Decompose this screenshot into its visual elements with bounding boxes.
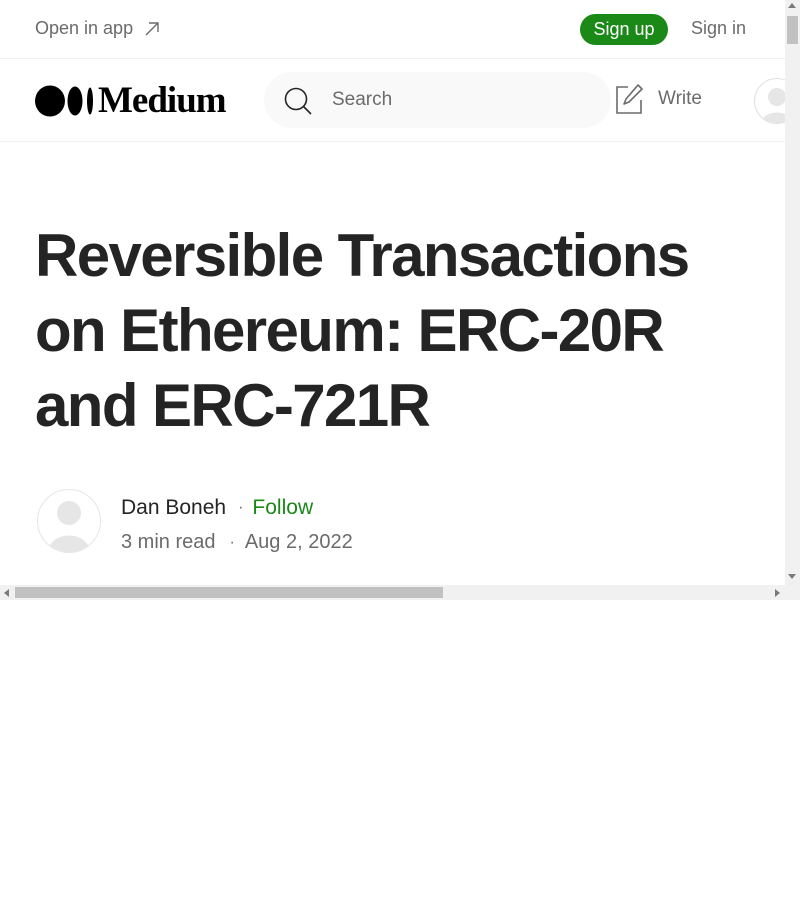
site-header: Medium Write bbox=[0, 59, 785, 142]
author-avatar[interactable] bbox=[37, 489, 101, 553]
search-bar[interactable] bbox=[264, 72, 611, 128]
follow-button[interactable]: Follow bbox=[252, 496, 313, 520]
separator-dot: · bbox=[238, 499, 244, 516]
scroll-right-arrow-icon[interactable] bbox=[775, 589, 780, 597]
horizontal-scroll-thumb[interactable] bbox=[15, 587, 443, 598]
open-in-app-label: Open in app bbox=[35, 18, 134, 38]
sign-up-button[interactable]: Sign up bbox=[580, 14, 668, 45]
scroll-down-arrow-icon[interactable] bbox=[788, 574, 796, 579]
page-content: Open in app Sign up Sign in Medium Searc… bbox=[0, 0, 785, 585]
scroll-up-arrow-icon[interactable] bbox=[788, 3, 796, 8]
open-in-app-link[interactable]: Open in app bbox=[35, 18, 161, 39]
user-avatar-icon bbox=[48, 501, 90, 552]
medium-logo-icon bbox=[35, 85, 93, 117]
write-label: Write bbox=[658, 88, 702, 109]
promo-bar: Open in app Sign up Sign in bbox=[0, 0, 785, 59]
article-title: Reversible Transactions on Ethereum: ERC… bbox=[35, 222, 690, 439]
separator-dot: · bbox=[229, 533, 235, 551]
search-input[interactable] bbox=[332, 72, 592, 128]
user-avatar[interactable] bbox=[754, 78, 785, 124]
logo-wordmark: Medium bbox=[98, 80, 227, 121]
scrollbar-corner bbox=[785, 585, 800, 600]
arrow-up-right-icon bbox=[145, 21, 159, 35]
sign-in-link[interactable]: Sign in bbox=[691, 18, 746, 39]
write-icon bbox=[616, 84, 643, 114]
medium-logo[interactable]: Medium bbox=[35, 80, 227, 121]
browser-viewport: Open in app Sign up Sign in Medium Searc… bbox=[0, 0, 800, 600]
read-time: 3 min read bbox=[121, 531, 216, 553]
vertical-scrollbar[interactable] bbox=[785, 0, 800, 585]
sign-up-label: Sign up bbox=[593, 19, 655, 39]
article-meta: 3 min read · Aug 2, 2022 bbox=[121, 531, 353, 554]
author-row: Dan Boneh · Follow bbox=[121, 496, 313, 520]
vertical-scroll-thumb[interactable] bbox=[787, 16, 798, 44]
publish-date: Aug 2, 2022 bbox=[244, 531, 353, 553]
scroll-left-arrow-icon[interactable] bbox=[4, 589, 9, 597]
author-name-link[interactable]: Dan Boneh bbox=[121, 496, 226, 520]
search-icon bbox=[284, 87, 312, 115]
horizontal-scrollbar[interactable] bbox=[0, 585, 785, 600]
write-button[interactable]: Write bbox=[614, 83, 702, 115]
user-avatar-icon bbox=[761, 88, 785, 123]
sign-in-label: Sign in bbox=[691, 18, 747, 38]
